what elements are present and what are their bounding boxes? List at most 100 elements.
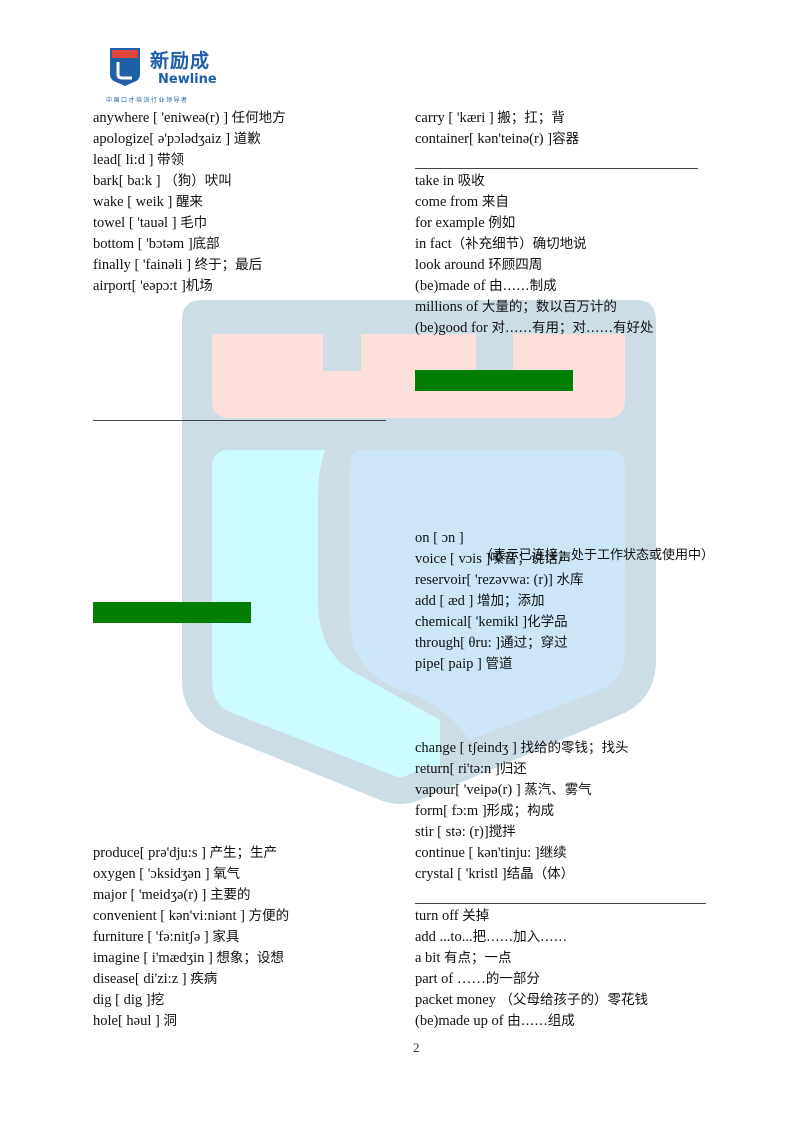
word: return[ ri'tə:n ]	[415, 761, 500, 777]
vocab-item: come from 来自	[415, 192, 654, 213]
word: bottom [ 'bɔtəm ]	[93, 236, 193, 252]
meaning: 毛巾	[180, 215, 208, 231]
meaning: 结晶（体）	[506, 866, 575, 882]
vocab-item: take in 吸收	[415, 171, 654, 192]
meaning: （狗）吠叫	[164, 173, 232, 189]
word: change [ tʃeindʒ ]	[415, 740, 521, 756]
meaning: 来自	[481, 194, 509, 210]
right-phrase-list-2: turn off 关掉 add ...to...把……加入…… a bit 有点…	[415, 906, 648, 1032]
vocab-item: pipe[ paip ] 管道	[415, 654, 583, 675]
meaning: 把……加入……	[472, 929, 568, 945]
meaning: 找给的零钱；找头	[520, 740, 629, 756]
meaning: 由……组成	[507, 1013, 575, 1029]
word: continue [ kən'tinju: ]	[415, 845, 540, 861]
meaning: （补充细节）确切地说	[451, 236, 587, 252]
meaning: 容器	[552, 131, 580, 147]
meaning: 对……有用；对……有好处	[491, 320, 654, 336]
divider-line	[415, 168, 698, 169]
meaning: 关掉	[462, 908, 490, 924]
vocab-item: through[ θru: ]通过；穿过	[415, 633, 583, 654]
vocab-item: dig [ dig ]挖	[93, 990, 289, 1011]
vocab-item: turn off 关掉	[415, 906, 648, 927]
meaning: 家具	[212, 929, 240, 945]
vocab-item: oxygen [ 'ɔksidʒən ] 氧气	[93, 864, 289, 885]
vocab-item: airport[ 'eəpɔ:t ]机场	[93, 276, 286, 297]
meaning: 方便的	[248, 908, 290, 924]
word: wake [ weik ]	[93, 194, 176, 210]
meaning: 挖	[150, 992, 165, 1008]
on-meaning-overlay: （表示已连接；处于工作状态或使用中）	[480, 548, 715, 563]
vocab-item: convenient [ kən'vi:niənt ] 方便的	[93, 906, 289, 927]
vocab-item: vapour[ 'veipə(r) ] 蒸汽、雾气	[415, 780, 628, 801]
word: stir [ stə: (r)]	[415, 824, 489, 840]
meaning: 带领	[157, 152, 185, 168]
word: carry [ 'kæri ]	[415, 110, 498, 126]
word: reservoir[ 'rezəvwa: (r)]	[415, 572, 557, 588]
vocab-item: bark[ ba:k ] （狗）吠叫	[93, 171, 286, 192]
word: part of ……	[415, 971, 486, 987]
meaning: 搬；扛；背	[497, 110, 565, 126]
vocab-item: carry [ 'kæri ] 搬；扛；背	[415, 108, 579, 129]
meaning: 例如	[488, 215, 516, 231]
vocab-item: for example 例如	[415, 213, 654, 234]
word: container[ kən'teinə(r) ]	[415, 131, 553, 147]
meaning: 机场	[185, 278, 213, 294]
logo-tagline: 中国口才培训行业领导者	[106, 97, 189, 104]
word: a bit	[415, 950, 444, 966]
meaning: 形成；构成	[486, 803, 555, 819]
word: dig [ dig ]	[93, 992, 151, 1008]
word: chemical[ 'kemikl ]	[415, 614, 528, 630]
right-vocab-list-3: change [ tʃeindʒ ] 找给的零钱；找头 return[ ri't…	[415, 738, 628, 885]
word: on [ ɔn ]	[415, 530, 464, 546]
vocab-item: major [ 'meidʒə(r) ] 主要的	[93, 885, 289, 906]
divider-line	[93, 420, 386, 421]
vocab-item: chemical[ 'kemikl ]化学品	[415, 612, 583, 633]
vocab-item: (be)made of 由……制成	[415, 276, 654, 297]
word: bark[ ba:k ]	[93, 173, 165, 189]
divider-line	[415, 903, 706, 904]
meaning: 吸收	[457, 173, 485, 189]
word: towel [ 'tauəl ]	[93, 215, 181, 231]
page-number: 2	[413, 1040, 420, 1055]
vocab-item: form[ fɔ:m ]形成；构成	[415, 801, 628, 822]
meaning: 化学品	[527, 614, 568, 630]
word: oxygen [ 'ɔksidʒən ]	[93, 866, 214, 882]
logo-name-cn: 新励成	[150, 50, 211, 72]
word: form[ fɔ:m ]	[415, 803, 487, 819]
word: voice [ vɔis ]	[415, 551, 491, 567]
vocab-item: finally [ 'fainəli ] 终于；最后	[93, 255, 286, 276]
vocab-item: bottom [ 'bɔtəm ]底部	[93, 234, 286, 255]
word: hole[ həul ]	[93, 1013, 164, 1029]
vocab-item: crystal [ 'kristl ]结晶（体）	[415, 864, 628, 885]
meaning: 水库	[556, 572, 584, 588]
meaning: 由……制成	[489, 278, 557, 294]
meaning: 的一部分	[485, 971, 540, 987]
meaning: 底部	[192, 236, 220, 252]
meaning: 通过；穿过	[500, 635, 568, 651]
logo-name-en: Newline	[158, 72, 217, 87]
meaning: 终于；最后	[194, 257, 263, 273]
meaning: 环顾四周	[488, 257, 543, 273]
vocab-item: add ...to...把……加入……	[415, 927, 648, 948]
word: (be)made up of	[415, 1013, 508, 1029]
meaning: 大量的；数以百万计的	[481, 299, 617, 315]
word: major [ 'meidʒə(r) ]	[93, 887, 210, 903]
word: for example	[415, 215, 489, 231]
word: airport[ 'eəpɔ:t ]	[93, 278, 186, 294]
left-vocab-list-2: produce[ prə'dju:s ] 产生；生产 oxygen [ 'ɔks…	[93, 843, 289, 1032]
vocab-item: wake [ weik ] 醒来	[93, 192, 286, 213]
meaning: 主要的	[209, 887, 251, 903]
vocab-item: hole[ həul ] 洞	[93, 1011, 289, 1032]
vocab-item: change [ tʃeindʒ ] 找给的零钱；找头	[415, 738, 628, 759]
meaning: 蒸汽、雾气	[524, 782, 592, 798]
word: crystal [ 'kristl ]	[415, 866, 507, 882]
word: (be)good for	[415, 320, 492, 336]
word: vapour[ 'veipə(r) ]	[415, 782, 525, 798]
vocab-item: a bit 有点；一点	[415, 948, 648, 969]
meaning: （父母给孩子的）零花钱	[499, 992, 649, 1008]
meaning: 道歉	[233, 131, 261, 147]
vocab-item: apologize[ ə'pɔlədʒaiz ] 道歉	[93, 129, 286, 150]
word: millions of	[415, 299, 482, 315]
vocab-item: towel [ 'tauəl ] 毛巾	[93, 213, 286, 234]
meaning: 继续	[539, 845, 567, 861]
